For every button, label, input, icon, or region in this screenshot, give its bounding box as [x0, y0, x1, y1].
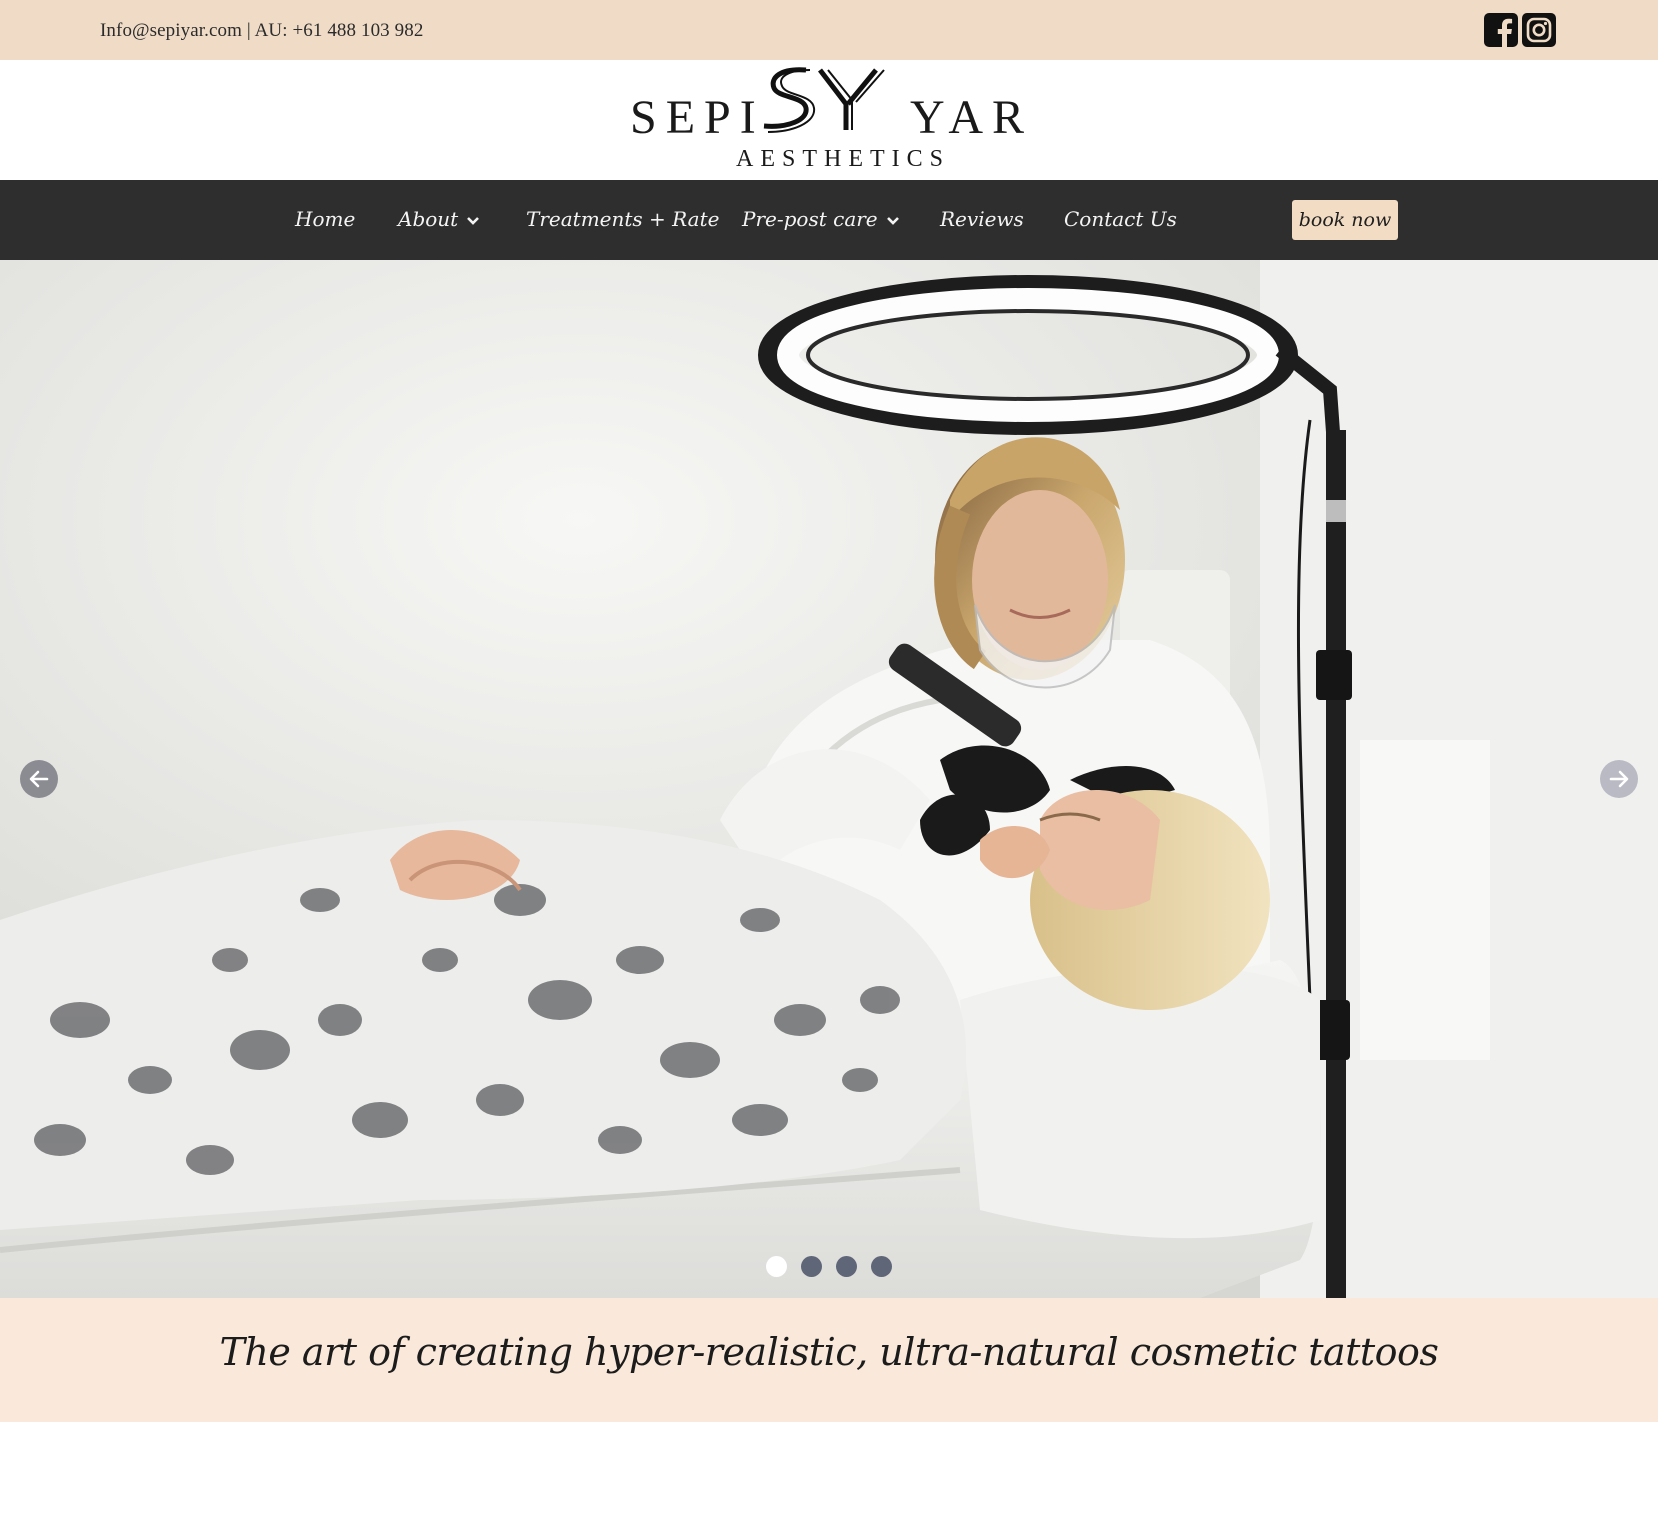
hero-image	[0, 260, 1658, 1298]
instagram-icon[interactable]	[1522, 13, 1556, 47]
nav-label: Contact Us	[1064, 207, 1177, 231]
slider-prev-button[interactable]	[20, 760, 58, 798]
nav-label: Pre-post care	[742, 207, 878, 231]
nav-label: Reviews	[940, 207, 1024, 231]
logo-monogram: SY	[763, 67, 885, 133]
content-section	[0, 1422, 1658, 1518]
logo-subtitle: AESTHETICS	[736, 146, 950, 172]
slider-dot-2[interactable]	[801, 1256, 822, 1277]
book-now-button[interactable]: book now	[1292, 200, 1398, 240]
logo-word-left: SEPI	[630, 91, 765, 144]
contact-info: Info@sepiyar.com | AU: +61 488 103 982	[100, 20, 424, 41]
arrow-left-icon	[29, 770, 49, 788]
slider-dot-4[interactable]	[871, 1256, 892, 1277]
slider-next-button[interactable]	[1600, 760, 1638, 798]
nav-item-home[interactable]: Home	[295, 207, 355, 231]
nav-item-about[interactable]: About	[398, 207, 480, 231]
slider-dot-3[interactable]	[836, 1256, 857, 1277]
slider-dot-1[interactable]	[766, 1256, 787, 1277]
nav-item-reviews[interactable]: Reviews	[940, 207, 1024, 231]
facebook-icon[interactable]	[1484, 13, 1518, 47]
chevron-down-icon	[467, 216, 480, 225]
logo-word-right: YAR	[910, 91, 1034, 144]
arrow-right-icon	[1609, 770, 1629, 788]
nav-label: Home	[295, 207, 356, 231]
nav-label: About	[398, 207, 459, 231]
site-header: SEPI SY YAR AESTHETICS	[0, 60, 1658, 180]
nav-item-treatments[interactable]: Treatments + Rate	[526, 207, 719, 231]
nav-label: Treatments + Rate	[526, 207, 720, 231]
chevron-down-icon	[886, 216, 899, 225]
main-nav: Home About Treatments + Rate Pre-post ca…	[0, 180, 1658, 260]
nav-item-contact[interactable]: Contact Us	[1064, 207, 1177, 231]
tagline-text: The art of creating hyper-realistic, ult…	[219, 1330, 1439, 1374]
nav-item-pre-post-care[interactable]: Pre-post care	[742, 207, 900, 231]
top-bar: Info@sepiyar.com | AU: +61 488 103 982	[0, 0, 1658, 60]
tagline-section: The art of creating hyper-realistic, ult…	[0, 1298, 1658, 1422]
hero-slider	[0, 260, 1658, 1298]
